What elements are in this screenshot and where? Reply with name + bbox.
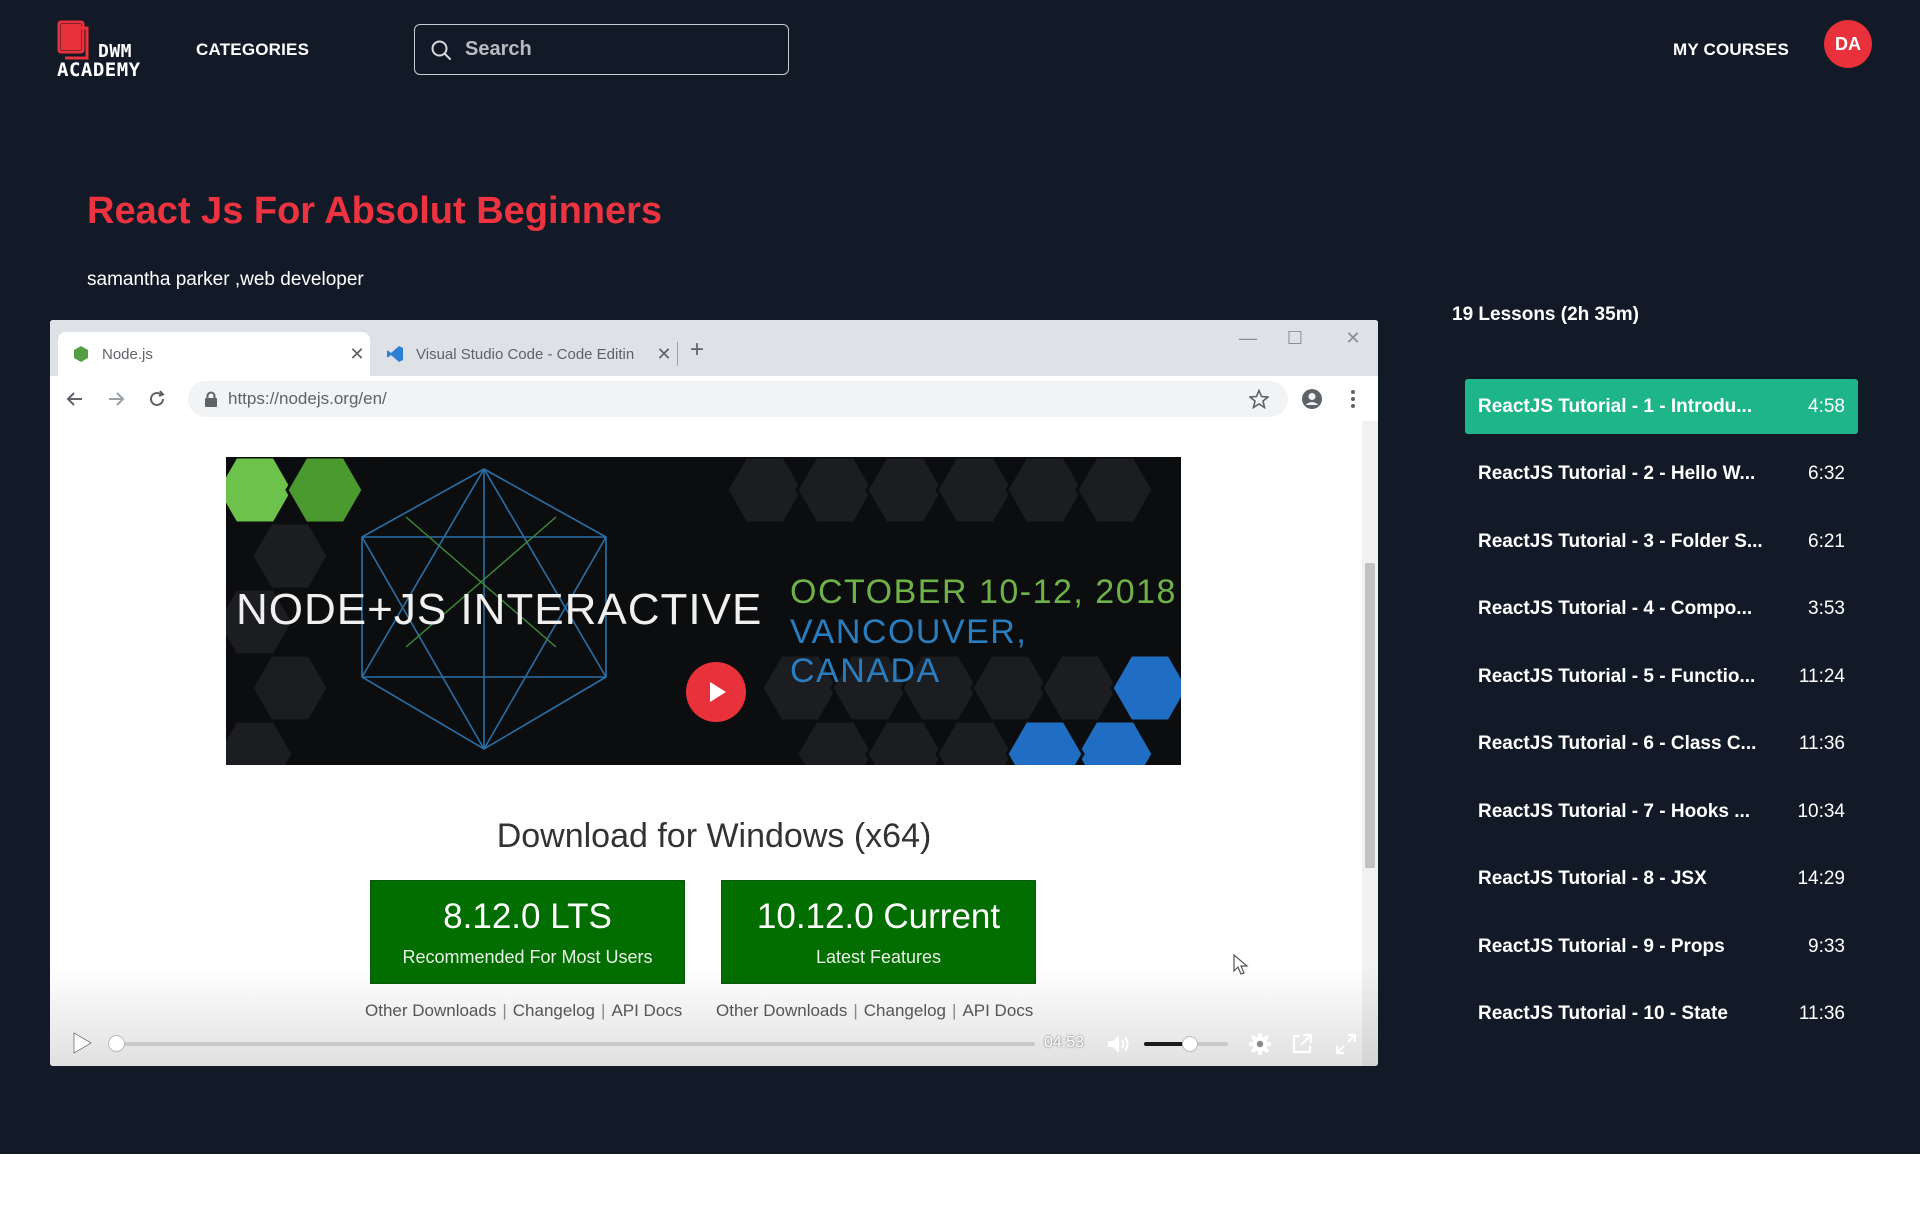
brand-logo[interactable]: DWM ACADEMY — [57, 20, 167, 84]
mouse-cursor-icon — [1233, 954, 1249, 975]
download-current-subtitle: Latest Features — [815, 947, 942, 967]
lesson-title: ReactJS Tutorial - 9 - Props — [1478, 935, 1725, 957]
browser-tab-vscode: Visual Studio Code - Code Editin ✕ — [372, 332, 677, 376]
browser-tab-nodejs: Node.js ✕ — [58, 332, 370, 376]
play-icon — [710, 682, 726, 702]
lesson-title: ReactJS Tutorial - 10 - State — [1478, 1002, 1728, 1024]
lesson-item[interactable]: ReactJS Tutorial - 1 - Introdu... 4:58 — [1465, 379, 1858, 434]
current-time: 04:53 — [1044, 1034, 1085, 1051]
lesson-title: ReactJS Tutorial - 5 - Functio... — [1478, 665, 1756, 687]
progress-bar[interactable] — [117, 1042, 1035, 1046]
course-author: samantha parker ,web developer — [87, 269, 364, 290]
lesson-title: ReactJS Tutorial - 1 - Introdu... — [1478, 395, 1753, 417]
course-title: React Js For Absolut Beginners — [87, 190, 663, 232]
lessons-summary: 19 Lessons (2h 35m) — [1452, 304, 1639, 325]
external-link-icon — [1292, 1033, 1313, 1054]
volume-knob[interactable] — [1182, 1036, 1199, 1052]
popout-button[interactable] — [1288, 1030, 1316, 1058]
play-icon — [73, 1032, 92, 1054]
banner-location: VANCOUVER, CANADA — [790, 613, 1028, 690]
maximize-icon: ☐ — [1286, 328, 1304, 348]
brand-name: DWM ACADEMY — [57, 42, 141, 80]
lesson-duration: 11:24 — [1798, 665, 1845, 687]
lesson-duration: 3:53 — [1808, 597, 1845, 619]
lesson-title: ReactJS Tutorial - 8 - JSX — [1478, 867, 1707, 889]
new-tab-icon: + — [690, 336, 705, 363]
play-button[interactable] — [68, 1028, 96, 1058]
download-heading: Download for Windows (x64) — [496, 817, 932, 855]
lesson-duration: 10:34 — [1797, 800, 1845, 822]
progress-scrubber[interactable] — [108, 1035, 125, 1052]
minimize-icon: — — [1239, 328, 1257, 348]
nodejs-favicon-icon — [74, 346, 88, 362]
search-input[interactable] — [465, 38, 765, 61]
lesson-duration: 6:21 — [1808, 530, 1845, 552]
star-icon — [1246, 386, 1272, 412]
tab-separator — [677, 342, 678, 366]
volume-icon — [1108, 1035, 1129, 1053]
lesson-title: ReactJS Tutorial - 6 - Class C... — [1478, 732, 1757, 754]
nav-my-courses[interactable]: MY COURSES — [1673, 40, 1789, 60]
browser-tab-label: Visual Studio Code - Code Editin — [416, 345, 635, 363]
lesson-item[interactable]: ReactJS Tutorial - 8 - JSX 14:29 — [1465, 851, 1858, 906]
close-icon: ✕ — [349, 343, 365, 364]
lesson-item[interactable]: ReactJS Tutorial - 10 - State 11:36 — [1465, 986, 1858, 1041]
download-current-version: 10.12.0 Current — [756, 897, 1001, 936]
video-play-overlay-button[interactable] — [686, 662, 746, 722]
gear-icon — [1249, 1033, 1271, 1055]
volume-button[interactable] — [1105, 1030, 1133, 1058]
settings-button[interactable] — [1246, 1030, 1274, 1058]
banner-title: NODE+JS INTERACTIVE — [236, 585, 763, 634]
lock-icon — [205, 391, 217, 407]
browser-tab-label: Node.js — [102, 345, 153, 363]
user-avatar[interactable]: DA — [1824, 20, 1872, 68]
lesson-duration: 14:29 — [1797, 867, 1845, 889]
fullscreen-icon — [1335, 1033, 1357, 1055]
reload-icon — [144, 386, 170, 412]
lesson-item[interactable]: ReactJS Tutorial - 9 - Props 9:33 — [1465, 919, 1858, 974]
back-arrow-icon — [62, 386, 88, 412]
lesson-duration: 11:36 — [1798, 732, 1845, 754]
forward-arrow-icon — [103, 386, 129, 412]
video-controls: 04:53 — [50, 1010, 1378, 1060]
browser-tabstrip: Node.js ✕ Visual Studio Code - Code Edit… — [50, 320, 1378, 376]
search-icon — [431, 40, 451, 60]
banner-date: OCTOBER 10-12, 2018 — [790, 573, 1177, 611]
event-banner: NODE+JS INTERACTIVE OCTOBER 10-12, 2018 … — [226, 457, 1181, 765]
video-player[interactable]: Node.js ✕ Visual Studio Code - Code Edit… — [50, 320, 1378, 1066]
nav-categories[interactable]: CATEGORIES — [196, 40, 309, 60]
lesson-title: ReactJS Tutorial - 2 - Hello W... — [1478, 462, 1756, 484]
lesson-item[interactable]: ReactJS Tutorial - 2 - Hello W... 6:32 — [1465, 446, 1858, 501]
search-box[interactable] — [414, 24, 789, 75]
browser-url-bar: https://nodejs.org/en/ — [188, 381, 1288, 417]
vscode-favicon-icon — [387, 346, 403, 362]
lesson-duration: 4:58 — [1808, 395, 1845, 417]
lesson-item[interactable]: ReactJS Tutorial - 4 - Compo... 3:53 — [1465, 581, 1858, 636]
fullscreen-button[interactable] — [1332, 1030, 1360, 1058]
lesson-title: ReactJS Tutorial - 3 - Folder S... — [1478, 530, 1763, 552]
lesson-title: ReactJS Tutorial - 7 - Hooks ... — [1478, 800, 1751, 822]
lesson-item[interactable]: ReactJS Tutorial - 5 - Functio... 11:24 — [1465, 649, 1858, 704]
lesson-item[interactable]: ReactJS Tutorial - 3 - Folder S... 6:21 — [1465, 514, 1858, 569]
lesson-item[interactable]: ReactJS Tutorial - 7 - Hooks ... 10:34 — [1465, 784, 1858, 839]
lesson-duration: 11:36 — [1798, 1002, 1845, 1024]
close-icon: ✕ — [656, 343, 672, 364]
browser-url: https://nodejs.org/en/ — [228, 389, 387, 408]
account-icon — [1299, 386, 1325, 412]
lesson-duration: 6:32 — [1808, 462, 1845, 484]
window-close-icon: ✕ — [1345, 328, 1361, 348]
brand-line-2: ACADEMY — [57, 59, 141, 81]
lesson-duration: 9:33 — [1808, 935, 1845, 957]
kebab-menu-icon — [1340, 386, 1366, 412]
download-lts-subtitle: Recommended For Most Users — [402, 947, 653, 967]
browser-chrome: Node.js ✕ Visual Studio Code - Code Edit… — [50, 320, 1378, 421]
scrollbar-thumb — [1365, 563, 1375, 868]
download-lts-version: 8.12.0 LTS — [443, 897, 612, 936]
lesson-item[interactable]: ReactJS Tutorial - 6 - Class C... 11:36 — [1465, 716, 1858, 771]
browser-address-row: https://nodejs.org/en/ — [50, 376, 1378, 421]
lesson-title: ReactJS Tutorial - 4 - Compo... — [1478, 597, 1753, 619]
